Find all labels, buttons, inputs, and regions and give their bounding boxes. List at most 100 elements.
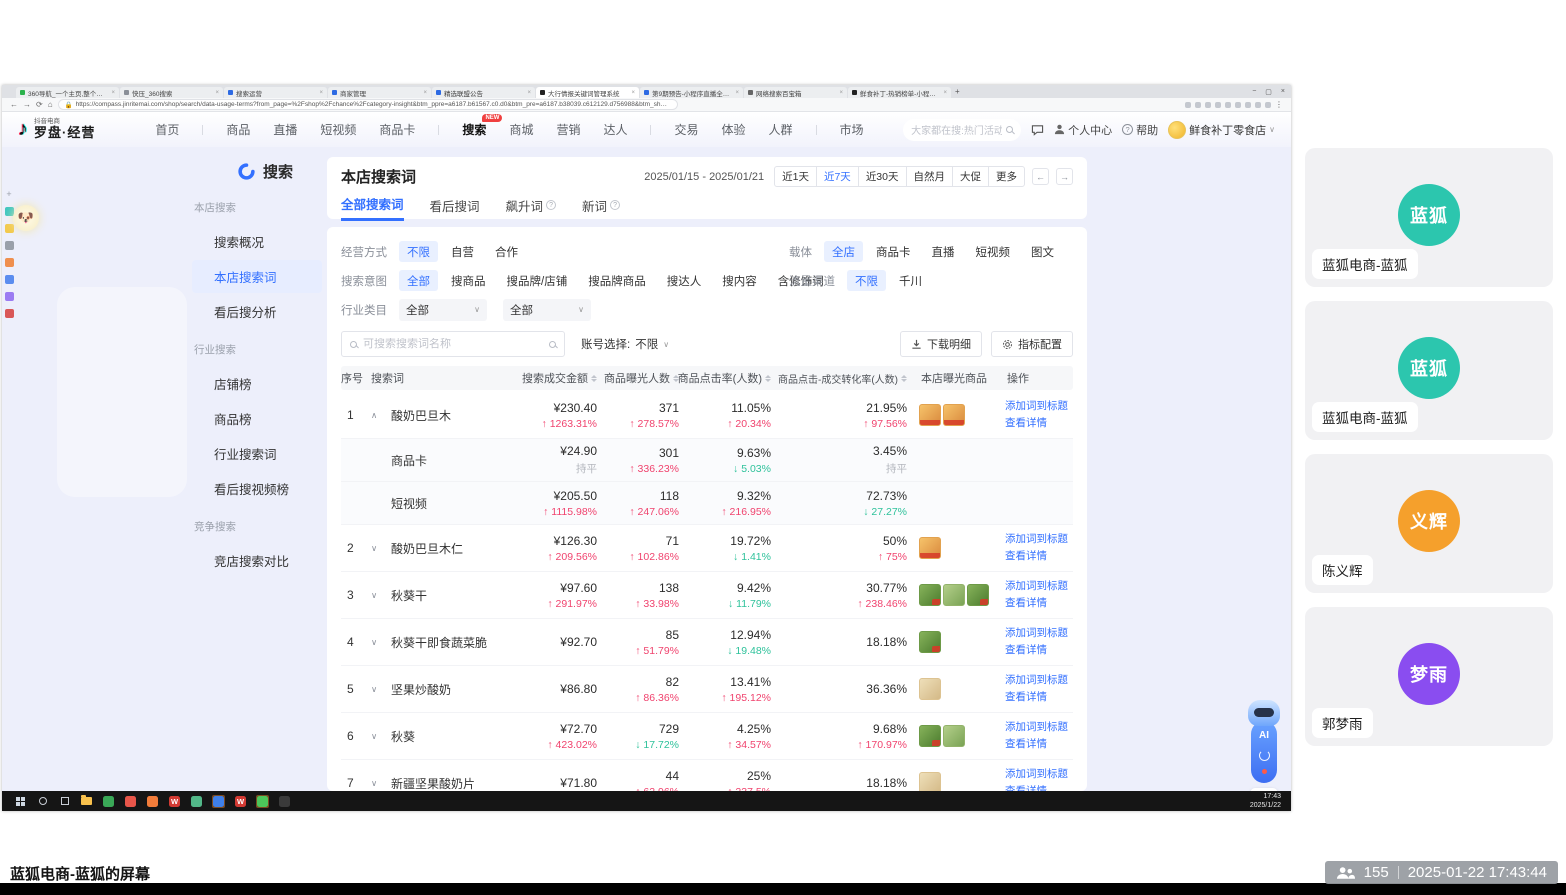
- browser-tab[interactable]: 快压_360搜索 ×: [120, 87, 223, 98]
- action-link[interactable]: 查看详情: [1005, 642, 1071, 659]
- prev-period-button[interactable]: ←: [1032, 168, 1049, 185]
- dock-app-icon-3[interactable]: [4, 258, 14, 267]
- taskbar-icon-app-grid[interactable]: [190, 795, 203, 808]
- sidebar-item-看后搜视频榜[interactable]: 看后搜视频榜: [192, 472, 322, 505]
- date-tab-近1天[interactable]: 近1天: [775, 167, 816, 186]
- sort-icon[interactable]: [901, 374, 907, 382]
- participant-tile[interactable]: 蓝狐 蓝狐电商-蓝狐: [1305, 301, 1553, 440]
- tab-close-icon[interactable]: ×: [215, 90, 219, 96]
- product-thumbnail[interactable]: [919, 772, 941, 791]
- action-link[interactable]: 添加词到标题: [1005, 578, 1071, 595]
- participant-tile[interactable]: 义辉 陈义辉: [1305, 454, 1553, 593]
- column-header[interactable]: 商品曝光人数: [597, 370, 679, 386]
- browser-tab[interactable]: 第9期预告-小程序直播全攻略 ×: [640, 87, 743, 98]
- ai-assistant-widget[interactable]: AI ··· ⊙×: [1243, 700, 1285, 791]
- address-bar[interactable]: 🔒 https://compass.jinritemai.com/shop/se…: [57, 99, 678, 110]
- tab-飙升词[interactable]: 飙升词 ?: [506, 194, 557, 221]
- product-thumbnail[interactable]: [919, 584, 941, 606]
- product-thumbnail[interactable]: [919, 678, 941, 700]
- nav-item-商城[interactable]: 商城: [509, 121, 533, 138]
- tab-close-icon[interactable]: ×: [319, 90, 323, 96]
- extension-icon[interactable]: [1225, 101, 1231, 108]
- metric-config-button[interactable]: 指标配置: [991, 331, 1073, 357]
- expand-icon[interactable]: ∨: [371, 684, 391, 695]
- download-detail-button[interactable]: 下载明细: [900, 331, 982, 357]
- product-thumbnail[interactable]: [943, 725, 965, 747]
- filter-chip-搜内容[interactable]: 搜内容: [714, 270, 765, 291]
- filter-chip-千川[interactable]: 千川: [891, 270, 930, 291]
- taskbar-icon-search[interactable]: [36, 795, 49, 808]
- extension-icon[interactable]: [1265, 101, 1271, 108]
- nav-item-体验[interactable]: 体验: [722, 121, 746, 138]
- action-link[interactable]: 查看详情: [1005, 595, 1071, 612]
- taskbar-icon-edge[interactable]: [212, 794, 225, 808]
- filter-chip-全店[interactable]: 全店: [824, 241, 863, 262]
- product-thumbnail[interactable]: [943, 404, 965, 426]
- taskbar-icon-app-red[interactable]: [124, 795, 137, 808]
- extension-icon[interactable]: [1195, 101, 1201, 108]
- expand-icon[interactable]: ∨: [371, 778, 391, 789]
- filter-chip-全部[interactable]: 全部: [399, 270, 438, 291]
- tab-close-icon[interactable]: ×: [631, 90, 635, 96]
- dock-app-icon-1[interactable]: [4, 224, 14, 233]
- date-tab-大促[interactable]: 大促: [952, 167, 988, 186]
- filter-chip-不限[interactable]: 不限: [847, 270, 886, 291]
- message-icon[interactable]: [1031, 124, 1044, 136]
- taskbar-icon-firefox[interactable]: [146, 795, 159, 808]
- nav-item-达人[interactable]: 达人: [603, 121, 627, 138]
- nav-item-商品卡[interactable]: 商品卡: [379, 121, 415, 138]
- taskbar-icon-app-dark[interactable]: [278, 795, 291, 808]
- nav-item-市场[interactable]: 市场: [840, 121, 864, 138]
- action-link[interactable]: 查看详情: [1005, 415, 1071, 432]
- sidebar-item-竞店搜索对比[interactable]: 竞店搜索对比: [192, 544, 322, 577]
- pet-widget-icon[interactable]: 🐶: [13, 205, 39, 231]
- nav-item-人群[interactable]: 人群: [769, 121, 793, 138]
- tab-看后搜词[interactable]: 看后搜词: [430, 194, 480, 221]
- dock-add-icon[interactable]: +: [6, 189, 11, 199]
- action-link[interactable]: 添加词到标题: [1005, 719, 1071, 736]
- expand-icon[interactable]: ∨: [371, 637, 391, 648]
- nav-item-搜索[interactable]: 搜索 NEW: [462, 114, 503, 138]
- browser-tab[interactable]: 搜索运营 ×: [224, 87, 327, 98]
- action-link[interactable]: 查看详情: [1005, 689, 1071, 706]
- new-tab-button[interactable]: +: [955, 87, 960, 96]
- taskbar-icon-wps2[interactable]: W: [234, 795, 247, 808]
- sidebar-item-商品榜[interactable]: 商品榜: [192, 402, 322, 435]
- tab-新词[interactable]: 新词 ?: [582, 194, 621, 221]
- expand-icon[interactable]: ∨: [371, 543, 391, 554]
- filter-chip-不限[interactable]: 不限: [399, 241, 438, 262]
- action-link[interactable]: 添加词到标题: [1005, 398, 1071, 415]
- filter-chip-商品卡[interactable]: 商品卡: [868, 241, 919, 262]
- sidebar-item-行业搜索词[interactable]: 行业搜索词: [192, 437, 322, 470]
- filter-chip-搜达人[interactable]: 搜达人: [659, 270, 710, 291]
- product-thumbnail[interactable]: [967, 584, 989, 606]
- filter-chip-合作[interactable]: 合作: [487, 241, 526, 262]
- product-thumbnail[interactable]: [919, 537, 941, 559]
- tab-全部搜索词[interactable]: 全部搜索词: [341, 194, 404, 221]
- tab-close-icon[interactable]: ×: [423, 90, 427, 96]
- browser-menu-icon[interactable]: ⋮: [1275, 100, 1283, 109]
- tab-close-icon[interactable]: ×: [735, 90, 739, 96]
- sidebar-item-搜索概况[interactable]: 搜索概况: [192, 225, 322, 258]
- collapse-icon[interactable]: ∧: [371, 410, 391, 421]
- browser-tab[interactable]: 精选联盟公告 ×: [432, 87, 535, 98]
- nav-item-交易[interactable]: 交易: [674, 121, 698, 138]
- dock-app-icon-0[interactable]: [4, 207, 14, 216]
- participant-tile[interactable]: 蓝狐 蓝狐电商-蓝狐: [1305, 148, 1553, 287]
- taskbar-icon-wechat[interactable]: [256, 794, 269, 808]
- product-thumbnail[interactable]: [919, 404, 941, 426]
- keyword-search-box[interactable]: [341, 331, 565, 357]
- nav-item-首页[interactable]: 首页: [155, 121, 179, 138]
- expand-icon[interactable]: ∨: [371, 590, 391, 601]
- dock-app-icon-4[interactable]: [4, 275, 14, 284]
- column-header[interactable]: 商品点击-成交转化率(人数): [771, 371, 907, 386]
- sidebar-item-本店搜索词[interactable]: 本店搜索词: [192, 260, 322, 293]
- action-link[interactable]: 添加词到标题: [1005, 625, 1071, 642]
- header-search-box[interactable]: 大家都在搜:热门活动: [903, 118, 1022, 141]
- maximize-icon[interactable]: ▢: [1265, 88, 1272, 96]
- reload-icon[interactable]: ⟳: [36, 100, 43, 109]
- action-link[interactable]: 查看详情: [1005, 736, 1071, 753]
- date-tab-自然月[interactable]: 自然月: [905, 167, 953, 186]
- back-icon[interactable]: ←: [10, 100, 18, 109]
- browser-tab[interactable]: 网络搜索百宝箱 ×: [744, 87, 847, 98]
